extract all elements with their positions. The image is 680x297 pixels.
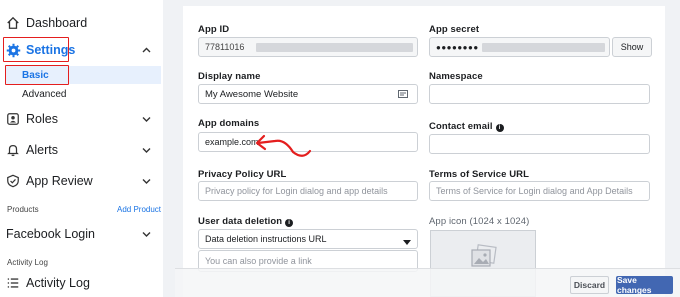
show-secret-button[interactable]: Show [612,37,652,57]
shield-check-icon [5,173,21,189]
terms-of-service-field[interactable]: Terms of Service for Login dialog and Ap… [429,181,650,201]
save-changes-button[interactable]: Save changes [616,275,673,295]
person-icon [5,111,21,127]
caret-down-icon [403,237,411,248]
bell-icon [5,142,21,158]
app-icon-label: App icon (1024 x 1024) [429,216,530,227]
sidebar-item-label: App Review [26,174,93,188]
sidebar-item-roles[interactable]: Roles [0,110,163,128]
chevron-down-icon [142,176,151,186]
list-icon [5,275,21,291]
discard-button[interactable]: Discard [570,276,609,294]
sidebar-item-dashboard[interactable]: Dashboard [0,14,163,32]
add-product-link[interactable]: Add Product [117,205,161,214]
privacy-policy-label: Privacy Policy URL [198,169,287,180]
footer-bar: Discard Save changes [175,268,680,297]
basic-settings-panel: App ID 77811016 App secret ●●●●●●●● Show… [183,6,665,297]
sidebar-item-label: Dashboard [26,16,88,30]
chevron-down-icon [142,229,151,239]
sidebar-item-label: Settings [26,43,76,57]
privacy-policy-field[interactable]: Privacy policy for Login dialog and app … [198,181,418,201]
terms-of-service-label: Terms of Service URL [429,169,530,180]
info-icon: i [285,219,294,227]
chevron-down-icon [142,145,151,155]
sidebar: Dashboard Settings Basic Advanced Roles … [0,0,163,297]
sidebar-item-label: Activity Log [26,276,90,290]
app-domains-label: App domains [198,118,260,129]
user-data-deletion-label: User data deletion i [198,216,294,227]
contact-email-field[interactable] [429,134,650,154]
app-id-label: App ID [198,24,230,35]
sidebar-item-facebook-login[interactable]: Facebook Login [0,225,163,243]
chevron-down-icon [142,114,151,124]
app-id-field[interactable]: 77811016 [198,37,418,57]
app-secret-label: App secret [429,24,480,35]
home-icon [5,15,21,31]
app-secret-field[interactable]: ●●●●●●●● [429,37,610,57]
redaction-bar [256,43,413,52]
gear-icon [5,42,21,58]
sidebar-item-alerts[interactable]: Alerts [0,141,163,159]
sidebar-subitem-basic[interactable]: Basic [6,66,161,84]
sidebar-item-label: Facebook Login [6,227,95,241]
products-section-label: Products [7,205,39,214]
sidebar-item-label: Roles [26,112,58,126]
sidebar-item-settings[interactable]: Settings [0,41,163,59]
contact-email-label: Contact email i [429,121,504,132]
redaction-bar [482,43,605,52]
chevron-up-icon [142,45,151,55]
display-name-field[interactable]: My Awesome Website [198,84,418,104]
sidebar-item-app-review[interactable]: App Review [0,172,163,190]
namespace-field[interactable] [429,84,650,104]
display-name-label: Display name [198,71,261,82]
info-icon: i [495,124,504,132]
user-data-deletion-select[interactable]: Data deletion instructions URL [198,229,418,249]
contact-card-icon [398,89,408,102]
sidebar-item-activity-log[interactable]: Activity Log [0,274,163,292]
sidebar-item-label: Alerts [26,143,58,157]
sidebar-subitem-advanced[interactable]: Advanced [6,85,161,103]
activity-log-section-label: Activity Log [7,258,48,267]
red-arrow-annotation [255,134,312,157]
namespace-label: Namespace [429,71,483,82]
